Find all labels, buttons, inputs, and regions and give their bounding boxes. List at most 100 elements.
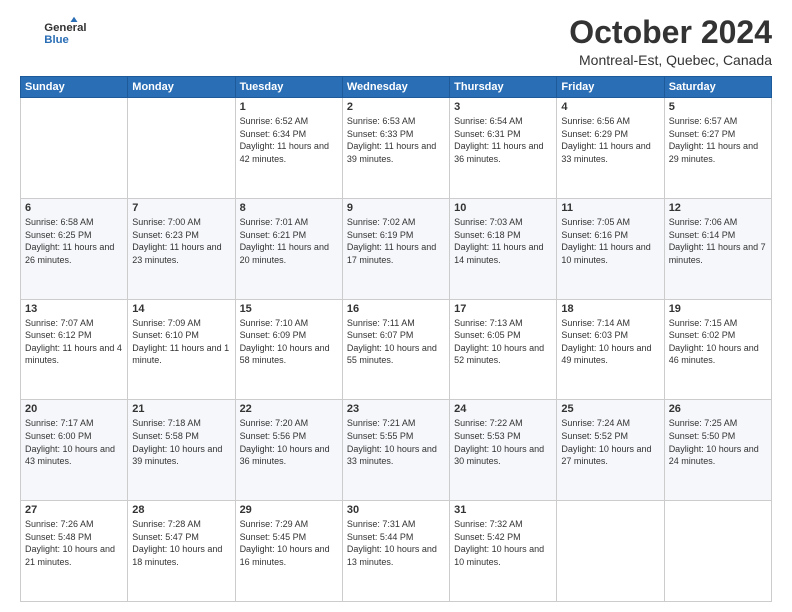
day-info: Sunrise: 7:17 AM Sunset: 6:00 PM Dayligh… <box>25 417 123 467</box>
day-number: 18 <box>561 303 659 315</box>
day-number: 2 <box>347 101 445 113</box>
day-number: 12 <box>669 202 767 214</box>
calendar-week-1: 1 Sunrise: 6:52 AM Sunset: 6:34 PM Daylig… <box>21 98 772 199</box>
calendar-cell <box>664 501 771 602</box>
day-info: Sunrise: 7:06 AM Sunset: 6:14 PM Dayligh… <box>669 216 767 266</box>
calendar-cell: 29 Sunrise: 7:29 AM Sunset: 5:45 PM Dayli… <box>235 501 342 602</box>
day-info: Sunrise: 6:56 AM Sunset: 6:29 PM Dayligh… <box>561 115 659 165</box>
logo-icon: General Blue <box>20 15 100 50</box>
day-info: Sunrise: 7:22 AM Sunset: 5:53 PM Dayligh… <box>454 417 552 467</box>
title-block: October 2024 Montreal-Est, Quebec, Canad… <box>569 15 772 68</box>
day-info: Sunrise: 7:02 AM Sunset: 6:19 PM Dayligh… <box>347 216 445 266</box>
calendar-cell: 11Sunrise: 7:05 AM Sunset: 6:16 PM Dayli… <box>557 198 664 299</box>
header-sunday: Sunday <box>21 77 128 98</box>
calendar-cell: 13Sunrise: 7:07 AM Sunset: 6:12 PM Dayli… <box>21 299 128 400</box>
day-number: 29 <box>240 504 338 516</box>
day-info: Sunrise: 7:10 AM Sunset: 6:09 PM Dayligh… <box>240 317 338 367</box>
calendar-cell <box>128 98 235 199</box>
calendar-cell <box>557 501 664 602</box>
location: Montreal-Est, Quebec, Canada <box>569 52 772 68</box>
calendar-cell: 17 Sunrise: 7:13 AM Sunset: 6:05 PM Dayli… <box>450 299 557 400</box>
day-number: 16 <box>347 303 445 315</box>
day-info: Sunrise: 7:11 AM Sunset: 6:07 PM Dayligh… <box>347 317 445 367</box>
calendar-cell: 8Sunrise: 7:01 AM Sunset: 6:21 PM Daylig… <box>235 198 342 299</box>
day-info: Sunrise: 7:20 AM Sunset: 5:56 PM Dayligh… <box>240 417 338 467</box>
day-number: 25 <box>561 403 659 415</box>
calendar-cell: 25 Sunrise: 7:24 AM Sunset: 5:52 PM Dayli… <box>557 400 664 501</box>
calendar-cell: 2 Sunrise: 6:53 AM Sunset: 6:33 PM Daylig… <box>342 98 449 199</box>
day-info: Sunrise: 7:05 AM Sunset: 6:16 PM Dayligh… <box>561 216 659 266</box>
calendar-cell: 6 Sunrise: 6:58 AM Sunset: 6:25 PM Daylig… <box>21 198 128 299</box>
day-number: 14 <box>132 303 230 315</box>
day-info: Sunrise: 7:28 AM Sunset: 5:47 PM Dayligh… <box>132 518 230 568</box>
day-number: 28 <box>132 504 230 516</box>
day-info: Sunrise: 7:00 AM Sunset: 6:23 PM Dayligh… <box>132 216 230 266</box>
day-info: Sunrise: 7:03 AM Sunset: 6:18 PM Dayligh… <box>454 216 552 266</box>
day-info: Sunrise: 7:18 AM Sunset: 5:58 PM Dayligh… <box>132 417 230 467</box>
day-info: Sunrise: 7:15 AM Sunset: 6:02 PM Dayligh… <box>669 317 767 367</box>
calendar-week-2: 6 Sunrise: 6:58 AM Sunset: 6:25 PM Daylig… <box>21 198 772 299</box>
calendar-week-3: 13Sunrise: 7:07 AM Sunset: 6:12 PM Dayli… <box>21 299 772 400</box>
calendar-cell: 9Sunrise: 7:02 AM Sunset: 6:19 PM Daylig… <box>342 198 449 299</box>
calendar-cell: 20 Sunrise: 7:17 AM Sunset: 6:00 PM Dayli… <box>21 400 128 501</box>
day-number: 10 <box>454 202 552 214</box>
calendar-cell: 26Sunrise: 7:25 AM Sunset: 5:50 PM Dayli… <box>664 400 771 501</box>
calendar-cell: 10 Sunrise: 7:03 AM Sunset: 6:18 PM Dayli… <box>450 198 557 299</box>
calendar-header-row: Sunday Monday Tuesday Wednesday Thursday… <box>21 77 772 98</box>
svg-text:Blue: Blue <box>44 34 69 46</box>
day-info: Sunrise: 6:58 AM Sunset: 6:25 PM Dayligh… <box>25 216 123 266</box>
day-info: Sunrise: 6:54 AM Sunset: 6:31 PM Dayligh… <box>454 115 552 165</box>
day-info: Sunrise: 7:14 AM Sunset: 6:03 PM Dayligh… <box>561 317 659 367</box>
day-info: Sunrise: 7:26 AM Sunset: 5:48 PM Dayligh… <box>25 518 123 568</box>
calendar-cell: 18 Sunrise: 7:14 AM Sunset: 6:03 PM Dayli… <box>557 299 664 400</box>
day-number: 20 <box>25 403 123 415</box>
calendar-cell: 16 Sunrise: 7:11 AM Sunset: 6:07 PM Dayli… <box>342 299 449 400</box>
calendar-cell: 1 Sunrise: 6:52 AM Sunset: 6:34 PM Daylig… <box>235 98 342 199</box>
day-number: 5 <box>669 101 767 113</box>
header-thursday: Thursday <box>450 77 557 98</box>
month-title: October 2024 <box>569 15 772 50</box>
day-info: Sunrise: 6:57 AM Sunset: 6:27 PM Dayligh… <box>669 115 767 165</box>
day-info: Sunrise: 7:13 AM Sunset: 6:05 PM Dayligh… <box>454 317 552 367</box>
day-number: 17 <box>454 303 552 315</box>
header-friday: Friday <box>557 77 664 98</box>
header-saturday: Saturday <box>664 77 771 98</box>
day-info: Sunrise: 7:21 AM Sunset: 5:55 PM Dayligh… <box>347 417 445 467</box>
day-number: 27 <box>25 504 123 516</box>
calendar-cell: 21Sunrise: 7:18 AM Sunset: 5:58 PM Dayli… <box>128 400 235 501</box>
calendar-cell: 30 Sunrise: 7:31 AM Sunset: 5:44 PM Dayli… <box>342 501 449 602</box>
day-info: Sunrise: 6:52 AM Sunset: 6:34 PM Dayligh… <box>240 115 338 165</box>
calendar-cell: 28 Sunrise: 7:28 AM Sunset: 5:47 PM Dayli… <box>128 501 235 602</box>
day-info: Sunrise: 7:24 AM Sunset: 5:52 PM Dayligh… <box>561 417 659 467</box>
day-info: Sunrise: 6:53 AM Sunset: 6:33 PM Dayligh… <box>347 115 445 165</box>
day-info: Sunrise: 7:25 AM Sunset: 5:50 PM Dayligh… <box>669 417 767 467</box>
calendar-cell: 19Sunrise: 7:15 AM Sunset: 6:02 PM Dayli… <box>664 299 771 400</box>
calendar-week-5: 27 Sunrise: 7:26 AM Sunset: 5:48 PM Dayli… <box>21 501 772 602</box>
logo: General Blue <box>20 15 100 50</box>
day-info: Sunrise: 7:29 AM Sunset: 5:45 PM Dayligh… <box>240 518 338 568</box>
day-number: 6 <box>25 202 123 214</box>
svg-text:General: General <box>44 22 86 34</box>
day-info: Sunrise: 7:09 AM Sunset: 6:10 PM Dayligh… <box>132 317 230 367</box>
page-header: General Blue October 2024 Montreal-Est, … <box>20 15 772 68</box>
calendar-cell: 23Sunrise: 7:21 AM Sunset: 5:55 PM Dayli… <box>342 400 449 501</box>
day-number: 24 <box>454 403 552 415</box>
day-number: 22 <box>240 403 338 415</box>
calendar-table: Sunday Monday Tuesday Wednesday Thursday… <box>20 76 772 602</box>
day-number: 3 <box>454 101 552 113</box>
calendar-cell: 12 Sunrise: 7:06 AM Sunset: 6:14 PM Dayli… <box>664 198 771 299</box>
day-number: 15 <box>240 303 338 315</box>
calendar-cell <box>21 98 128 199</box>
day-number: 30 <box>347 504 445 516</box>
day-number: 7 <box>132 202 230 214</box>
day-info: Sunrise: 7:31 AM Sunset: 5:44 PM Dayligh… <box>347 518 445 568</box>
day-number: 4 <box>561 101 659 113</box>
day-number: 1 <box>240 101 338 113</box>
calendar-cell: 7 Sunrise: 7:00 AM Sunset: 6:23 PM Daylig… <box>128 198 235 299</box>
calendar-cell: 31 Sunrise: 7:32 AM Sunset: 5:42 PM Dayli… <box>450 501 557 602</box>
calendar-cell: 15 Sunrise: 7:10 AM Sunset: 6:09 PM Dayli… <box>235 299 342 400</box>
day-info: Sunrise: 7:01 AM Sunset: 6:21 PM Dayligh… <box>240 216 338 266</box>
day-number: 31 <box>454 504 552 516</box>
header-tuesday: Tuesday <box>235 77 342 98</box>
day-info: Sunrise: 7:32 AM Sunset: 5:42 PM Dayligh… <box>454 518 552 568</box>
